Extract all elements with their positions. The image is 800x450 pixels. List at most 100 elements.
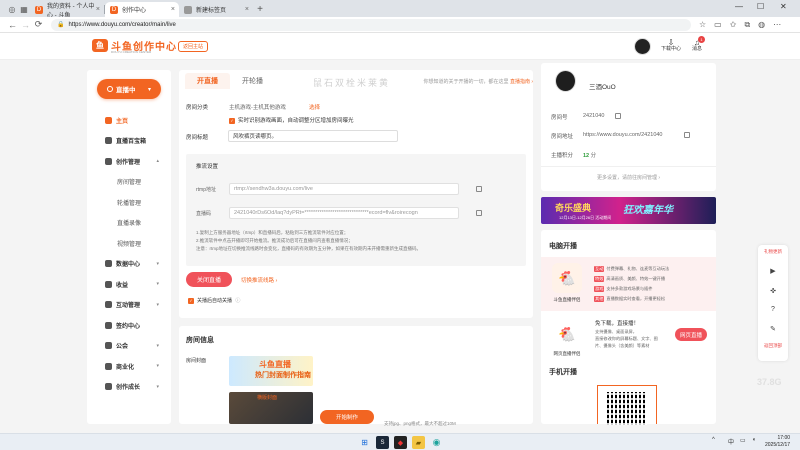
sidebar-item[interactable]: 直播百宝箱 — [87, 131, 171, 152]
cover-guide-banner[interactable]: 斗鱼直播 热门封面制作指南 — [229, 356, 313, 386]
sidebar-item-label: 房间管理 — [117, 180, 142, 187]
favorites-icon[interactable]: ✩ — [730, 20, 737, 29]
profile-icon[interactable]: ◍ — [758, 20, 765, 29]
companion-card[interactable]: 🐔 斗鱼直播伴侣 互动 付费弹幕、礼物、连麦等互动玩法 特效 高清画质、美颜、特效一… — [541, 257, 716, 311]
volume-icon[interactable]: ◖ — [752, 437, 756, 443]
web-companion-desc: 直接修改你的屏幕标题、文字、图 — [595, 336, 658, 341]
help-icon[interactable]: ⓘ — [235, 298, 240, 304]
sidebar-item[interactable]: 商业化 ▾ — [87, 356, 171, 377]
copy-address-icon[interactable] — [684, 132, 690, 138]
app-icon[interactable]: ◆ — [394, 436, 407, 449]
rtmp-input[interactable]: rtmp://sendhw3a.douyu.com/live — [229, 183, 459, 195]
live-status-button[interactable]: 直播中 ▾ — [97, 79, 161, 99]
copy-rtmp-icon[interactable] — [476, 186, 482, 192]
sidebar-item[interactable]: 公会 ▾ — [87, 336, 171, 357]
browser-tab-profile[interactable]: D 我的资料 - 个人中心 - 斗鱼 × — [30, 2, 104, 19]
stream-code-input[interactable]: 2421040rDs6Od/laq?dyPRt=****************… — [229, 207, 459, 219]
sidebar-item[interactable]: 创作管理 ▴ — [87, 151, 171, 172]
close-tab-icon[interactable]: × — [96, 6, 100, 13]
mobile-live-title: 手机开播 — [549, 369, 577, 376]
video-icon[interactable]: ▶ — [758, 267, 788, 275]
network-icon[interactable]: ▭ — [740, 437, 746, 444]
avatar[interactable] — [634, 38, 651, 55]
sidebar-item[interactable]: 创作成长 ▾ — [87, 377, 171, 398]
room-title-input[interactable]: 风吹裤页读哪页。 — [228, 130, 398, 142]
score-unit: 分 — [590, 153, 597, 159]
floating-toolbar: 礼物更新 ▶ ✜ ? ✎ 返回顶部 — [758, 245, 788, 361]
forward-icon[interactable]: → — [19, 20, 32, 30]
gamepad-icon[interactable]: ✜ — [758, 287, 788, 295]
close-tab-icon[interactable]: × — [245, 6, 249, 13]
category-label: 房间分类 — [186, 105, 209, 111]
help-icon[interactable]: ? — [758, 306, 788, 313]
back-to-main-button[interactable]: 返回主站 — [178, 41, 209, 52]
url-input[interactable]: 🔒 https://www.douyu.com/creator/main/liv… — [51, 18, 691, 31]
auto-close-option[interactable]: ✓ 关播后自动关播 ⓘ — [188, 297, 240, 304]
sidebar-item[interactable]: 签约中心 — [87, 315, 171, 336]
back-to-top-button[interactable]: 返回顶部 — [758, 343, 788, 349]
new-tab-icon[interactable]: + — [253, 2, 267, 16]
download-center-button[interactable]: ⇩ 下载中心 — [659, 39, 683, 53]
sidebar-item-label: 公会 — [116, 344, 129, 351]
sidebar-item[interactable]: 互动管理 ▾ — [87, 295, 171, 316]
sidebar-item[interactable]: 轮播管理 — [87, 192, 171, 213]
sidebar-item[interactable]: 收益 ▾ — [87, 274, 171, 295]
close-live-button[interactable]: 关闭直播 — [186, 272, 232, 287]
sidebar-item-label: 视频管理 — [117, 241, 142, 248]
guide-link[interactable]: 直播指南 › — [510, 79, 533, 85]
browser-tab-creator[interactable]: D 创作中心 × — [105, 2, 179, 17]
close-tab-icon[interactable]: × — [171, 6, 175, 13]
auto-detect-label: 实时识别游戏画面，自动调整分区增加房间曝光 — [238, 118, 354, 124]
tab-start-live[interactable]: 开直播 — [185, 73, 230, 89]
menu-item-icon — [105, 280, 112, 288]
cover-footnote: 支持jpg、png格式，最大不超过10M — [384, 421, 456, 426]
sidebar-item[interactable]: 视频管理 — [87, 233, 171, 254]
browser-tab-newtab[interactable]: 新建标签页 × — [179, 2, 253, 17]
profile-avatar[interactable] — [555, 70, 576, 92]
windows-start-icon[interactable]: ⊞ — [358, 436, 371, 449]
chevron-icon: ▾ — [156, 301, 159, 308]
auto-detect-option[interactable]: ✓ 实时识别游戏画面，自动调整分区增加房间曝光 — [229, 116, 354, 124]
tab-search-icon[interactable]: ▦ — [18, 3, 30, 15]
messages-button[interactable]: ♫ 消息 — [685, 39, 709, 53]
checkbox-checked-icon[interactable]: ✓ — [188, 297, 194, 304]
bookmark-icon[interactable]: ☆ — [699, 20, 706, 29]
tray-chevron-icon[interactable]: ^ — [712, 437, 715, 443]
logo[interactable]: 鱼 斗鱼创作中心 DOUYU CREATION CENTER — [92, 38, 177, 54]
ime-icon[interactable]: 中 — [728, 437, 734, 446]
more-icon[interactable]: ⋯ — [773, 20, 781, 29]
switch-line-link[interactable]: 切换推流线路 › — [241, 276, 277, 284]
make-cover-button[interactable]: 开始制作 — [320, 410, 374, 424]
gift-update-button[interactable]: 礼物更新 — [758, 249, 788, 255]
copy-code-icon[interactable] — [476, 210, 482, 216]
feedback-icon[interactable]: ✎ — [758, 325, 788, 333]
window-close-icon[interactable]: ✕ — [780, 2, 787, 11]
collections-icon[interactable]: ⧉ — [744, 20, 750, 30]
maximize-icon[interactable]: ☐ — [757, 2, 764, 11]
minimize-icon[interactable]: — — [735, 2, 743, 11]
checkbox-checked-icon[interactable]: ✓ — [229, 117, 235, 124]
tab-start-loop[interactable]: 开轮播 — [230, 73, 275, 89]
category-select-link[interactable]: 选择 — [309, 103, 320, 111]
sidebar-item[interactable]: 主页 — [87, 110, 171, 131]
copy-room-number-icon[interactable] — [615, 113, 621, 119]
steam-icon[interactable]: S — [376, 436, 389, 449]
sidebar-item[interactable]: 直播录像 — [87, 213, 171, 234]
cover-image[interactable]: 横版封面 — [229, 392, 313, 424]
chevron-icon: ▾ — [156, 260, 159, 267]
live-panel: 开直播 开轮播 鼠石双栓米莱黄 你想知道的关于开播的一切，都在这里 直播指南 ›… — [179, 70, 533, 318]
split-screen-icon[interactable]: ▭ — [714, 20, 722, 29]
web-live-button[interactable]: 网页直播 — [675, 328, 707, 341]
edge-icon[interactable]: ◉ — [430, 436, 443, 449]
clock[interactable]: 17:00 2025/12/17 — [765, 435, 790, 449]
sidebar-item[interactable]: 数据中心 ▾ — [87, 254, 171, 275]
download-icon: ⇩ — [667, 38, 675, 47]
back-icon[interactable]: ← — [6, 20, 19, 30]
more-settings-link[interactable]: 更多设置，请前往房间管理 › — [541, 174, 716, 181]
event-banner[interactable]: 奇乐盛典 狂欢嘉年华 12月13日-12月26日 活动期间 — [541, 197, 716, 224]
menu-item-icon — [105, 260, 112, 268]
reload-icon[interactable]: ⟳ — [32, 19, 45, 30]
file-explorer-icon[interactable]: ▰ — [412, 436, 425, 449]
sidebar-item[interactable]: 房间管理 — [87, 172, 171, 193]
browser-menu-icon[interactable]: ◎ — [6, 3, 18, 15]
